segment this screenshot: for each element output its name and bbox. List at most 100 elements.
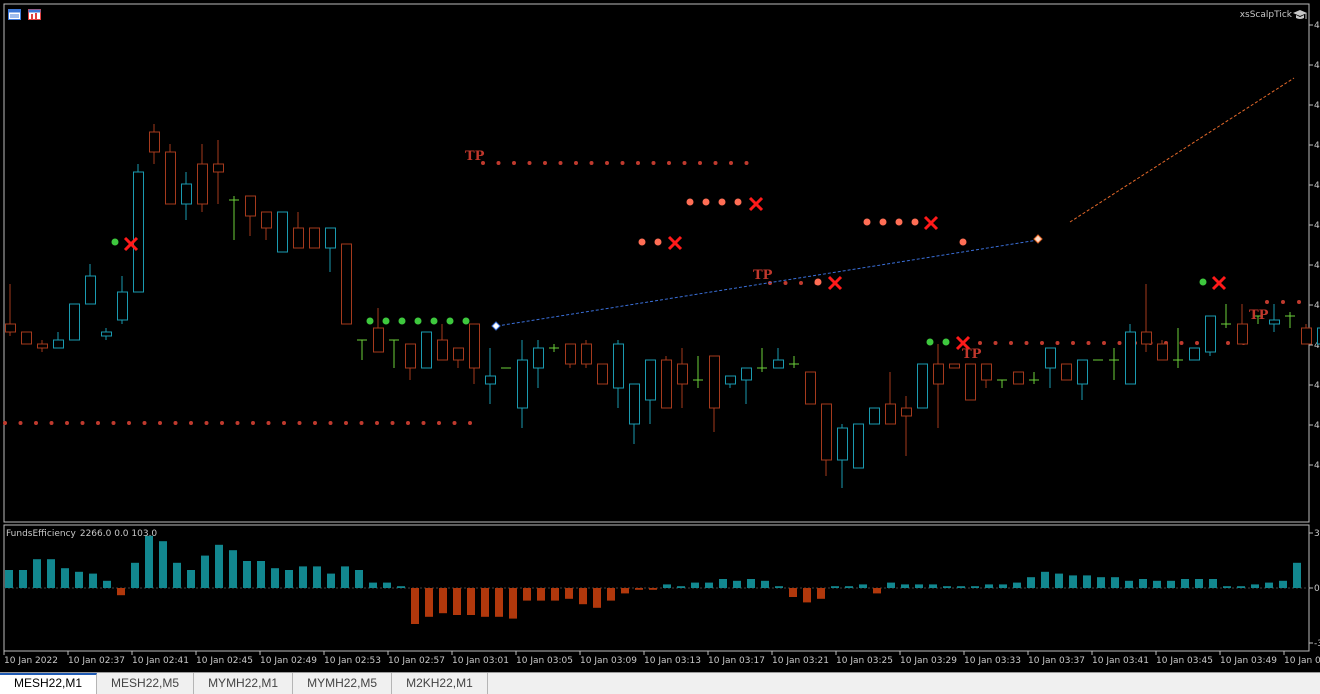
histogram-bar [1223,586,1231,588]
histogram-bar [1097,577,1105,588]
stop-level-dot [815,279,822,286]
time-tick-label: 10 Jan 03:49 [1220,656,1277,666]
tp-label: TP [1249,308,1269,323]
sl-level-dot [127,421,131,425]
tp-level-dot [784,281,788,285]
histogram-bar [1055,574,1063,588]
stop-level-dot [735,199,742,206]
histogram-bar [1251,584,1259,588]
histogram-bar [1265,583,1273,588]
histogram-bar [1111,577,1119,588]
histogram-bar [243,561,251,588]
candle-body [406,344,416,368]
sl-level-dot [298,421,302,425]
entry-level-dot [927,339,934,346]
candle-body [950,364,960,368]
sl-level-dot [313,421,317,425]
tp-level-dot [1281,300,1285,304]
sl-level-dot [406,421,410,425]
histogram-bar [19,570,27,588]
candle-body [598,364,608,384]
sl-level-dot [143,421,147,425]
candle-body [470,324,480,368]
histogram-bar [285,570,293,588]
close-cross-icon [750,198,762,210]
candle-body [1078,360,1088,384]
buy-arrow-icon [492,322,500,330]
sell-arrow-icon [1034,235,1042,243]
tp-level-dot [1025,341,1029,345]
stop-level-dot [896,219,903,226]
candle-body [262,212,272,228]
time-axis: 10 Jan 202210 Jan 02:3710 Jan 02:4110 Ja… [4,651,1320,666]
candle-body [1126,332,1136,384]
tab-mesh22-m1[interactable]: MESH22,M1 [0,673,97,694]
sl-level-dot [468,421,472,425]
histogram-bar [187,570,195,588]
candle-body [1142,332,1152,344]
close-cross-icon [1213,277,1225,289]
tp-level-dot [559,161,563,165]
candle-body [374,328,384,352]
candle-body [918,364,928,408]
sl-level-dot [50,421,54,425]
tab-mesh22-m5[interactable]: MESH22,M5 [97,673,194,694]
candle-body [566,344,576,364]
tab-mymh22-m1[interactable]: MYMH22,M1 [194,673,293,694]
sl-level-dot [344,421,348,425]
histogram-bar [649,588,657,590]
tab-mymh22-m5[interactable]: MYMH22,M5 [293,673,392,694]
price-tick-label: 4 [1314,141,1320,151]
candle-body [1190,348,1200,360]
candle-body [38,344,48,348]
sl-level-dot [96,421,100,425]
candle-body [726,376,736,384]
histogram-bar [1167,581,1175,588]
trading-chart[interactable]: 444444444444 30-3 TPTPTPTP 10 Jan 202210… [0,0,1320,672]
histogram-bar [453,588,461,615]
data-window-icon[interactable] [28,9,41,20]
graduation-cap-icon[interactable] [1292,8,1308,22]
tab-m2kh22-m1[interactable]: M2KH22,M1 [392,673,488,694]
histogram-bar [201,556,209,588]
sl-level-dot [267,421,271,425]
histogram-bar [929,584,937,588]
price-tick-label: 4 [1314,101,1320,111]
stop-level-dot [719,199,726,206]
histogram-bar [621,588,629,593]
candle-body [710,356,720,408]
tp-level-dot [729,161,733,165]
histogram-bar [873,588,881,593]
trade-line-buy [497,240,1038,326]
time-tick-label: 10 Jan 03:5 [1284,656,1320,666]
histogram-bar [551,588,559,601]
time-tick-label: 10 Jan 03:25 [836,656,893,666]
histogram-bar [635,588,643,590]
trade-line-sell [1070,78,1294,222]
close-cross-icon [669,237,681,249]
price-axis: 444444444444 [1309,21,1320,471]
sl-level-dot [34,421,38,425]
histogram-bar [411,588,419,624]
indicator-name: FundsEfficiency [6,529,76,539]
tp-level-dot [683,161,687,165]
stop-level-dot [912,219,919,226]
histogram-bar [439,588,447,613]
histogram-bar [999,584,1007,588]
expert-advisor-name[interactable]: xsScalpTick [1240,10,1292,20]
price-tick-label: 4 [1314,21,1320,31]
sl-level-dot [205,421,209,425]
time-tick-label: 10 Jan 02:41 [132,656,189,666]
sl-level-dot [422,421,426,425]
histogram-bar [607,588,615,601]
chart-window-icon[interactable] [8,9,21,20]
tp-level-dot [1118,341,1122,345]
histogram-bar [537,588,545,601]
histogram-bar [677,586,685,588]
histogram-bar [75,572,83,588]
time-tick-label: 10 Jan 03:41 [1092,656,1149,666]
histogram-bar [579,588,587,604]
stop-level-dot [880,219,887,226]
stop-level-dot [687,199,694,206]
histogram-bar [761,581,769,588]
